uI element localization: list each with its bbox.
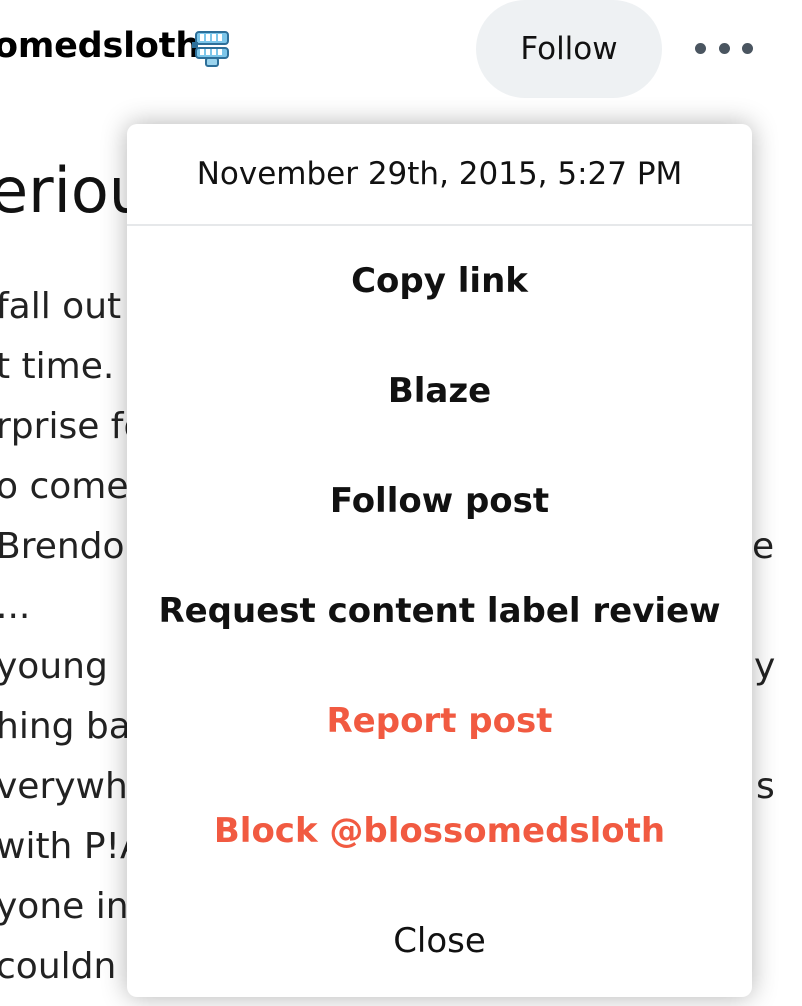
post-header: omedsloth Follow [0, 0, 802, 100]
post-options-menu: November 29th, 2015, 5:27 PM Copy link B… [127, 124, 752, 997]
post-body-line: with P!A [0, 826, 145, 867]
follow-button[interactable]: Follow [476, 0, 662, 98]
blaze-menu-item[interactable]: Blaze [127, 336, 752, 446]
follow-post-menu-item[interactable]: Follow post [127, 446, 752, 556]
request-content-label-review-menu-item[interactable]: Request content label review [127, 556, 752, 666]
wind-up-teeth-icon [192, 28, 232, 68]
copy-link-menu-item[interactable]: Copy link [127, 226, 752, 336]
post-body-fragment: e [752, 526, 775, 567]
close-menu-item[interactable]: Close [127, 886, 752, 996]
post-body-line: o come [0, 466, 129, 507]
dot [742, 42, 753, 54]
post-body-line: young [0, 646, 108, 687]
post-body-line: ... [0, 586, 31, 627]
dot [695, 42, 706, 54]
post-body-line: rprise fo [0, 406, 146, 447]
post-body-line: fall out [0, 286, 122, 327]
report-post-menu-item[interactable]: Report post [127, 666, 752, 776]
more-dots-icon[interactable] [695, 28, 753, 68]
post-body-line: Brendo [0, 526, 125, 567]
post-body-fragment: y [754, 646, 776, 687]
post-timestamp: November 29th, 2015, 5:27 PM [127, 124, 752, 226]
post-body-fragment: s [756, 766, 775, 807]
dot [718, 42, 730, 54]
post-body-line: hing bar [0, 706, 146, 747]
post-body-line: couldn [0, 946, 117, 987]
post-body-line: t time. F [0, 346, 147, 387]
post-title: eriou [0, 154, 149, 227]
block-user-menu-item[interactable]: Block @blossomedsloth [127, 776, 752, 886]
post-author-username[interactable]: omedsloth [0, 26, 200, 66]
